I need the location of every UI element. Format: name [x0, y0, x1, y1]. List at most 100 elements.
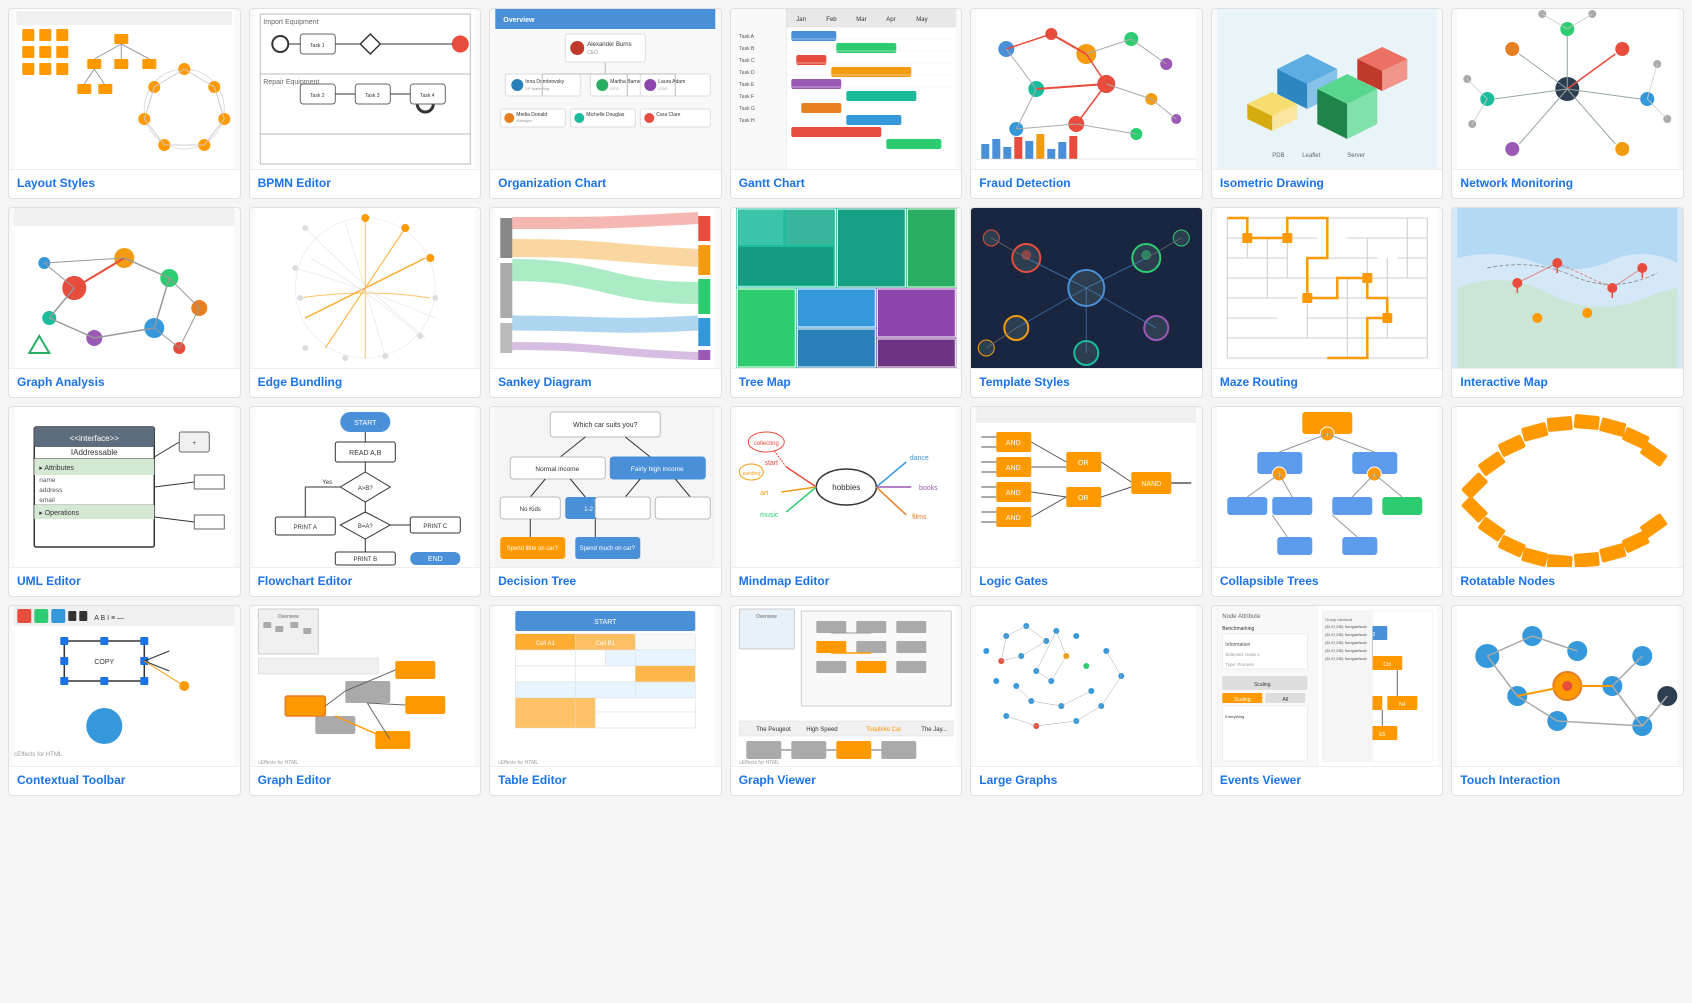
preview-large-graphs — [971, 606, 1202, 766]
card-events[interactable]: Node Attribute Benchmarking Information … — [1211, 605, 1444, 796]
svg-text:start: start — [764, 460, 778, 467]
svg-text:CFO: CFO — [610, 86, 618, 91]
svg-text:cEffects for HTML: cEffects for HTML — [498, 760, 538, 766]
preview-uml: <<interface>> IAddressable ▸ Attributes … — [9, 407, 240, 567]
svg-text:OR: OR — [1078, 460, 1089, 467]
svg-text:E5: E5 — [1379, 732, 1385, 738]
card-sankey[interactable]: Sankey Diagram — [489, 207, 722, 398]
card-label: Edge Bundling — [250, 368, 481, 397]
card-touch[interactable]: Touch Interaction — [1451, 605, 1684, 796]
card-graph-viewer[interactable]: Overview The Peugeot High Speed — [730, 605, 963, 796]
svg-text:Node Attribute: Node Attribute — [1222, 614, 1261, 620]
preview-events: Node Attribute Benchmarking Information … — [1212, 606, 1443, 766]
svg-text:▸ Operations: ▸ Operations — [39, 510, 79, 517]
svg-text:art: art — [760, 490, 768, 497]
svg-text:COPY: COPY — [94, 659, 114, 666]
preview-template — [971, 208, 1202, 368]
card-collapsible[interactable]: + + + Collapsible Trees — [1211, 406, 1444, 597]
card-label: Layout Styles — [9, 169, 240, 198]
card-graph-analysis[interactable]: Graph Analysis — [8, 207, 241, 398]
svg-text:The Jay...: The Jay... — [921, 727, 947, 733]
svg-text:books: books — [919, 485, 938, 492]
card-fraud[interactable]: Fraud Detection — [970, 8, 1203, 199]
svg-text:OR: OR — [1078, 495, 1089, 502]
svg-text:Task D: Task D — [739, 70, 755, 76]
svg-text:All: All — [1282, 697, 1288, 703]
card-mindmap[interactable]: hobbies start art music dance books film… — [730, 406, 963, 597]
preview-table-editor: START Cell A1 Cell B1 — [490, 606, 721, 766]
preview-mindmap: hobbies start art music dance books film… — [731, 407, 962, 567]
card-flowchart[interactable]: START READ A,B A>B? Yes PRINT A B= — [249, 406, 482, 597]
card-large-graphs[interactable]: Large Graphs — [970, 605, 1203, 796]
svg-text:[30.97,248]: NavigateNode: [30.97,248]: NavigateNode — [1325, 649, 1367, 653]
card-uml[interactable]: <<interface>> IAddressable ▸ Attributes … — [8, 406, 241, 597]
card-label: BPMN Editor — [250, 169, 481, 198]
svg-text:Benchmarking: Benchmarking — [1222, 626, 1254, 632]
card-imap[interactable]: Interactive Map — [1451, 207, 1684, 398]
card-template-styles[interactable]: Template Styles — [970, 207, 1203, 398]
svg-text:Task E: Task E — [739, 82, 755, 88]
card-graph-editor[interactable]: Overview — [249, 605, 482, 796]
svg-text:[30.97,248]: NavigateNode: [30.97,248]: NavigateNode — [1325, 633, 1367, 637]
card-layout-styles[interactable]: Layout Styles — [8, 8, 241, 199]
card-isometric[interactable]: PDB Server Leaflet Isometric Drawing — [1211, 8, 1444, 199]
card-label: Graph Analysis — [9, 368, 240, 397]
card-gantt[interactable]: Task Jan Feb Mar Apr May — [730, 8, 963, 199]
svg-text:AND: AND — [1006, 490, 1021, 497]
card-treemap[interactable]: Tree Map — [730, 207, 963, 398]
card-label: Network Monitoring — [1452, 169, 1683, 198]
svg-text:painting: painting — [742, 471, 760, 477]
svg-text:Michelle Douglas: Michelle Douglas — [586, 112, 625, 118]
card-label: Maze Routing — [1212, 368, 1443, 397]
svg-text:Import Equipment: Import Equipment — [263, 19, 318, 26]
svg-text:Group identical: Group identical — [1325, 617, 1352, 622]
card-org-chart[interactable]: Overview Alexander Burns CEO Inna Dombro… — [489, 8, 722, 199]
preview-network — [1452, 9, 1683, 169]
svg-text:Overview: Overview — [756, 614, 777, 620]
svg-text:PRINT B: PRINT B — [353, 557, 377, 563]
svg-text:Task 1: Task 1 — [310, 43, 325, 49]
svg-text:Feb: Feb — [826, 17, 837, 23]
card-label: Tree Map — [731, 368, 962, 397]
svg-text:address: address — [39, 487, 63, 494]
svg-text:PDB: PDB — [1272, 153, 1284, 159]
svg-text:[30.97,248]: NavigateNode: [30.97,248]: NavigateNode — [1325, 641, 1367, 645]
svg-text:Selected: Node 1: Selected: Node 1 — [1225, 652, 1260, 657]
svg-text:IAddressable: IAddressable — [71, 448, 118, 457]
card-toolbar[interactable]: A B I ≡ — COPY — [8, 605, 241, 796]
svg-text:Ctrl: Ctrl — [1383, 662, 1391, 668]
preview-rotatable — [1452, 407, 1683, 567]
svg-text:<<interface>>: <<interface>> — [70, 434, 120, 443]
card-network[interactable]: Network Monitoring — [1451, 8, 1684, 199]
card-table-editor[interactable]: START Cell A1 Cell B1 — [489, 605, 722, 796]
preview-graph-analysis — [9, 208, 240, 368]
card-edge-bundling[interactable]: Edge Bundling — [249, 207, 482, 398]
svg-text:music: music — [760, 512, 779, 519]
card-logic[interactable]: AND AND AND AND OR OR — [970, 406, 1203, 597]
svg-text:Cell A1: Cell A1 — [536, 641, 556, 647]
preview-gantt: Task Jan Feb Mar Apr May — [731, 9, 962, 169]
preview-touch — [1452, 606, 1683, 766]
card-rotatable[interactable]: Rotatable Nodes — [1451, 406, 1684, 597]
svg-text:Jan: Jan — [796, 17, 806, 23]
preview-decision: Which car suits you? Normal income Fairl… — [490, 407, 721, 567]
svg-text:email: email — [39, 497, 55, 504]
svg-text:AND: AND — [1006, 465, 1021, 472]
svg-text:Scaling: Scaling — [1234, 697, 1251, 703]
svg-text:Manager: Manager — [516, 118, 532, 123]
card-maze[interactable]: Maze Routing — [1211, 207, 1444, 398]
preview-graph-viewer: Overview The Peugeot High Speed — [731, 606, 962, 766]
svg-text:Apr: Apr — [886, 17, 895, 23]
svg-text:Spend much on car?: Spend much on car? — [580, 546, 636, 552]
preview-org: Overview Alexander Burns CEO Inna Dombro… — [490, 9, 721, 169]
svg-text:Cara Clare: Cara Clare — [656, 112, 680, 118]
svg-text:Mar: Mar — [856, 17, 866, 23]
card-decision[interactable]: Which car suits you? Normal income Fairl… — [489, 406, 722, 597]
card-label: Fraud Detection — [971, 169, 1202, 198]
card-bpmn-editor[interactable]: Import Equipment Repair Equipment Task 1 — [249, 8, 482, 199]
svg-text:PRINT A: PRINT A — [293, 525, 316, 531]
card-label: Template Styles — [971, 368, 1202, 397]
svg-text:hobbies: hobbies — [832, 483, 860, 492]
card-label: Organization Chart — [490, 169, 721, 198]
card-label: Touch Interaction — [1452, 766, 1683, 795]
